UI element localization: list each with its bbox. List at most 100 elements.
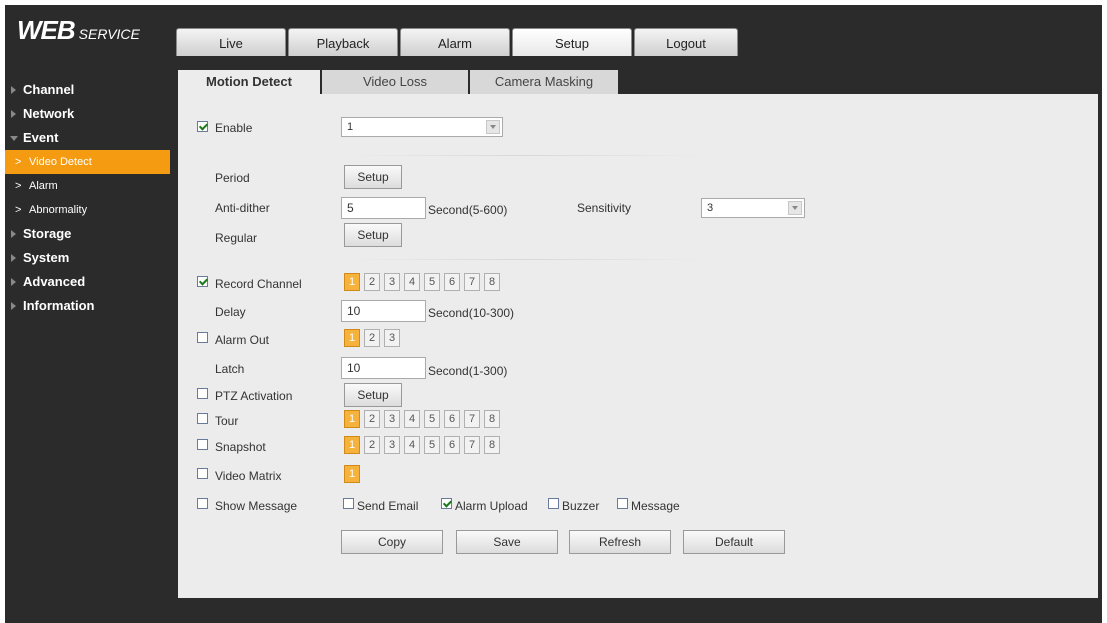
send-email-checkbox[interactable] bbox=[343, 498, 354, 509]
alarm-upload-checkbox[interactable] bbox=[441, 498, 452, 509]
snapshot-checkbox[interactable] bbox=[197, 439, 208, 450]
chevron-right-icon: > bbox=[15, 180, 22, 192]
tour-channel-button[interactable]: 4 bbox=[404, 410, 420, 428]
latch-label: Latch bbox=[215, 362, 245, 376]
sidebar-item-label: Advanced bbox=[23, 274, 86, 289]
send-email-label: Send Email bbox=[357, 499, 419, 513]
sidebar-item-label: Network bbox=[23, 106, 75, 121]
anti-dither-unit: Second(5-600) bbox=[428, 203, 508, 217]
sidebar-item-label: Information bbox=[23, 298, 95, 313]
record-channel-channel-button[interactable]: 3 bbox=[384, 273, 400, 291]
record-channel-label: Record Channel bbox=[215, 277, 302, 291]
triangle-down-icon bbox=[10, 136, 18, 141]
alarm-out-channel-button[interactable]: 3 bbox=[384, 329, 400, 347]
alarm-out-label: Alarm Out bbox=[215, 333, 270, 347]
alarm-out-channel-button[interactable]: 2 bbox=[364, 329, 380, 347]
sidebar-item-abnormality[interactable]: > Abnormality bbox=[5, 198, 170, 222]
record-channel-channel-button[interactable]: 5 bbox=[424, 273, 440, 291]
snapshot-channel-button[interactable]: 2 bbox=[364, 436, 380, 454]
tab-alarm[interactable]: Alarm bbox=[400, 28, 510, 56]
snapshot-channel-button[interactable]: 8 bbox=[484, 436, 500, 454]
message-label: Message bbox=[631, 499, 680, 513]
triangle-right-icon bbox=[11, 278, 16, 286]
enable-checkbox[interactable] bbox=[197, 121, 208, 132]
snapshot-channel-button[interactable]: 5 bbox=[424, 436, 440, 454]
chevron-down-icon bbox=[788, 201, 802, 215]
divider bbox=[345, 259, 705, 260]
snapshot-channel-button[interactable]: 4 bbox=[404, 436, 420, 454]
buzzer-checkbox[interactable] bbox=[548, 498, 559, 509]
chevron-right-icon: > bbox=[15, 156, 22, 168]
sidebar-item-storage[interactable]: Storage bbox=[5, 222, 170, 246]
tour-channel-button[interactable]: 8 bbox=[484, 410, 500, 428]
record-channel-channel-button[interactable]: 7 bbox=[464, 273, 480, 291]
triangle-right-icon bbox=[11, 110, 16, 118]
record-channel-channel-button[interactable]: 8 bbox=[484, 273, 500, 291]
refresh-button[interactable]: Refresh bbox=[569, 530, 671, 554]
tour-channel-button[interactable]: 3 bbox=[384, 410, 400, 428]
snapshot-label: Snapshot bbox=[215, 440, 266, 454]
regular-setup-button[interactable]: Setup bbox=[344, 223, 402, 247]
sidebar: Channel Network Event > Video Detect > Ala… bbox=[5, 78, 170, 318]
tab-motion-detect[interactable]: Motion Detect bbox=[178, 70, 320, 94]
copy-button[interactable]: Copy bbox=[341, 530, 443, 554]
tour-channel-button[interactable]: 6 bbox=[444, 410, 460, 428]
sidebar-item-label: Event bbox=[23, 130, 59, 145]
sidebar-item-information[interactable]: Information bbox=[5, 294, 170, 318]
sidebar-item-label: System bbox=[23, 250, 70, 265]
tab-logout[interactable]: Logout bbox=[634, 28, 738, 56]
tab-playback[interactable]: Playback bbox=[288, 28, 398, 56]
anti-dither-label: Anti-dither bbox=[215, 201, 270, 215]
alarm-out-channel-button[interactable]: 1 bbox=[344, 329, 360, 347]
period-setup-button[interactable]: Setup bbox=[344, 165, 402, 189]
regular-label: Regular bbox=[215, 231, 258, 245]
tab-video-loss[interactable]: Video Loss bbox=[320, 70, 468, 94]
sidebar-item-video-detect[interactable]: > Video Detect bbox=[5, 150, 170, 174]
video-matrix-checkbox[interactable] bbox=[197, 468, 208, 479]
record-channel-channel-button[interactable]: 1 bbox=[344, 273, 360, 291]
divider bbox=[345, 155, 705, 156]
alarm-out-checkbox[interactable] bbox=[197, 332, 208, 343]
buzzer-label: Buzzer bbox=[562, 499, 600, 513]
logo-main-text: WEB bbox=[17, 15, 76, 45]
alarm-upload-label: Alarm Upload bbox=[455, 499, 528, 513]
latch-input[interactable]: 10 bbox=[341, 357, 426, 379]
record-channel-channel-button[interactable]: 2 bbox=[364, 273, 380, 291]
delay-input[interactable]: 10 bbox=[341, 300, 426, 322]
ptz-setup-button[interactable]: Setup bbox=[344, 383, 402, 407]
sidebar-item-label: Storage bbox=[23, 226, 72, 241]
record-channel-checkbox[interactable] bbox=[197, 276, 208, 287]
sidebar-item-advanced[interactable]: Advanced bbox=[5, 270, 170, 294]
sidebar-item-system[interactable]: System bbox=[5, 246, 170, 270]
save-button[interactable]: Save bbox=[456, 530, 558, 554]
snapshot-channel-button[interactable]: 1 bbox=[344, 436, 360, 454]
default-button[interactable]: Default bbox=[683, 530, 785, 554]
ptz-activation-checkbox[interactable] bbox=[197, 388, 208, 399]
tab-setup[interactable]: Setup bbox=[512, 28, 632, 56]
sidebar-item-alarm[interactable]: > Alarm bbox=[5, 174, 170, 198]
logo-sub-text: SERVICE bbox=[78, 26, 140, 42]
sidebar-item-channel[interactable]: Channel bbox=[5, 78, 170, 102]
anti-dither-input[interactable]: 5 bbox=[341, 197, 426, 219]
video-matrix-channel-button[interactable]: 1 bbox=[344, 465, 360, 483]
tour-label: Tour bbox=[215, 414, 239, 428]
tour-channel-button[interactable]: 7 bbox=[464, 410, 480, 428]
message-checkbox[interactable] bbox=[617, 498, 628, 509]
tab-camera-masking[interactable]: Camera Masking bbox=[468, 70, 618, 94]
channel-select[interactable]: 1 bbox=[341, 117, 503, 137]
show-message-checkbox[interactable] bbox=[197, 498, 208, 509]
tour-channel-button[interactable]: 5 bbox=[424, 410, 440, 428]
sensitivity-select[interactable]: 3 bbox=[701, 198, 805, 218]
tour-channel-button[interactable]: 1 bbox=[344, 410, 360, 428]
record-channel-channel-button[interactable]: 4 bbox=[404, 273, 420, 291]
sidebar-item-event[interactable]: Event bbox=[5, 126, 170, 150]
snapshot-channel-button[interactable]: 7 bbox=[464, 436, 480, 454]
sensitivity-select-value: 3 bbox=[707, 202, 714, 214]
tour-checkbox[interactable] bbox=[197, 413, 208, 424]
record-channel-channel-button[interactable]: 6 bbox=[444, 273, 460, 291]
snapshot-channel-button[interactable]: 6 bbox=[444, 436, 460, 454]
snapshot-channel-button[interactable]: 3 bbox=[384, 436, 400, 454]
sidebar-item-network[interactable]: Network bbox=[5, 102, 170, 126]
tour-channel-button[interactable]: 2 bbox=[364, 410, 380, 428]
tab-live[interactable]: Live bbox=[176, 28, 286, 56]
